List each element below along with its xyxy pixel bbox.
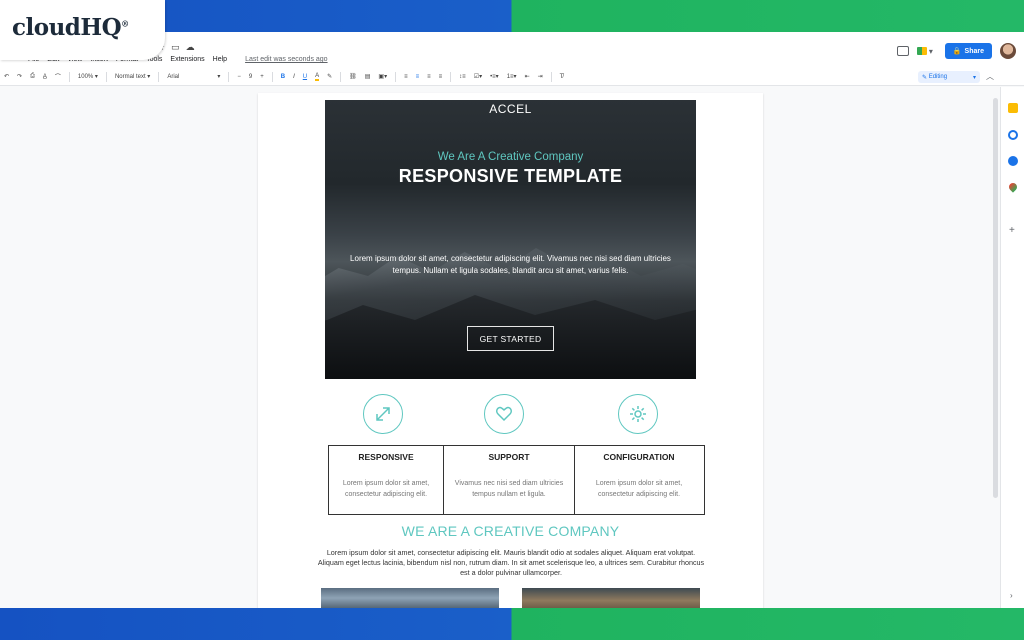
- feature-configuration: CONFIGURATION Lorem ipsum dolor sit amet…: [595, 452, 683, 498]
- bold-button[interactable]: B: [281, 74, 285, 80]
- formatting-toolbar: ↶ ↷ ⎙ A̲ ⌒ 100% ▾ Normal text ▾ Arial ▾ …: [0, 68, 1024, 86]
- link-icon[interactable]: ⛓: [349, 73, 357, 80]
- cloudhq-logo-badge: cloudHQ®: [0, 0, 165, 60]
- hero-body: Lorem ipsum dolor sit amet, consectetur …: [350, 254, 671, 275]
- vertical-scrollbar[interactable]: [993, 98, 998, 498]
- feature-responsive: RESPONSIVE Lorem ipsum dolor sit amet, c…: [329, 446, 444, 514]
- side-panel: + ›: [1000, 87, 1024, 608]
- pencil-icon: ✎: [922, 74, 929, 81]
- maps-icon[interactable]: [1007, 181, 1019, 193]
- get-started-button[interactable]: GET STARTED: [467, 326, 554, 351]
- header-actions: ▾ 🔒 Share: [896, 43, 1016, 59]
- line-spacing-icon[interactable]: ↕≡: [459, 74, 466, 80]
- keep-icon[interactable]: [1008, 103, 1018, 113]
- font-select[interactable]: Arial: [167, 74, 209, 80]
- hero-title: RESPONSIVE TEMPLATE: [398, 166, 623, 186]
- section-body: Lorem ipsum dolor sit amet, consectetur …: [317, 548, 705, 577]
- clear-formatting-icon[interactable]: T̸: [560, 74, 564, 80]
- undo-icon[interactable]: ↶: [4, 73, 9, 80]
- increase-indent-icon[interactable]: ⇥: [538, 73, 543, 80]
- features-table: RESPONSIVE Lorem ipsum dolor sit amet, c…: [328, 445, 705, 515]
- font-size-increase[interactable]: +: [260, 74, 264, 80]
- editing-mode-select[interactable]: ✎ Editing ▾: [918, 71, 980, 83]
- expand-arrows-icon: [363, 394, 403, 434]
- gear-icon: [618, 394, 658, 434]
- cloudhq-logo: cloudHQ®: [12, 14, 129, 41]
- hero-subtitle: We Are A Creative Company: [437, 151, 584, 163]
- paint-format-icon[interactable]: ⌒: [55, 72, 61, 81]
- italic-button[interactable]: I: [293, 74, 295, 80]
- align-left-icon[interactable]: ≡: [404, 74, 408, 80]
- menu-extensions[interactable]: Extensions: [170, 56, 204, 63]
- document-page: ACCEL We Are A Creative Company RESPONSI…: [258, 93, 763, 613]
- comment-icon[interactable]: ▤: [365, 73, 371, 80]
- align-right-icon[interactable]: ≡: [427, 74, 431, 80]
- heart-icon: [484, 394, 524, 434]
- spellcheck-icon[interactable]: A̲: [43, 74, 47, 80]
- expand-panel-icon[interactable]: ›: [1010, 591, 1013, 600]
- meet-icon[interactable]: ▾: [916, 45, 937, 57]
- email-brand: ACCEL: [489, 102, 532, 116]
- align-justify-icon[interactable]: ≡: [439, 74, 443, 80]
- feature-support: SUPPORT Vivamus nec nisi sed diam ultric…: [444, 446, 575, 514]
- align-center-icon[interactable]: ≡: [416, 74, 420, 80]
- decrease-indent-icon[interactable]: ⇤: [525, 73, 530, 80]
- print-icon[interactable]: ⎙: [30, 73, 35, 80]
- font-size-input[interactable]: 9: [249, 74, 252, 80]
- redo-icon[interactable]: ↷: [17, 73, 22, 80]
- style-select[interactable]: Normal text ▾: [115, 73, 150, 80]
- brand-bar-bottom: [0, 608, 1024, 640]
- zoom-select[interactable]: 100% ▾: [78, 73, 98, 80]
- font-size-decrease[interactable]: −: [237, 74, 241, 80]
- hero-banner: ACCEL We Are A Creative Company RESPONSI…: [325, 100, 696, 379]
- contacts-icon[interactable]: [1008, 156, 1018, 166]
- lock-icon: 🔒: [952, 48, 962, 55]
- section-title: WE ARE A CREATIVE COMPANY: [401, 523, 620, 539]
- last-edit-link[interactable]: Last edit was seconds ago: [245, 56, 328, 63]
- cloud-icon: ☁: [185, 42, 195, 52]
- highlight-icon[interactable]: ✎: [327, 73, 332, 80]
- menu-help[interactable]: Help: [213, 56, 227, 63]
- comment-history-icon[interactable]: [896, 46, 909, 56]
- image-icon[interactable]: ▣▾: [378, 73, 387, 80]
- tasks-icon[interactable]: [1008, 130, 1018, 140]
- text-color-button[interactable]: A: [315, 73, 320, 81]
- numbered-list-icon[interactable]: 1≡▾: [507, 73, 517, 80]
- bullet-list-icon[interactable]: •≡▾: [490, 73, 499, 80]
- checklist-icon[interactable]: ☑▾: [474, 73, 482, 80]
- folder-icon[interactable]: ▭: [171, 42, 180, 53]
- collapse-menus-icon[interactable]: ︿: [986, 71, 994, 82]
- share-button[interactable]: 🔒 Share: [944, 43, 992, 59]
- avatar[interactable]: [1000, 43, 1016, 59]
- add-addon-icon[interactable]: +: [1009, 225, 1015, 236]
- underline-button[interactable]: U: [303, 74, 307, 80]
